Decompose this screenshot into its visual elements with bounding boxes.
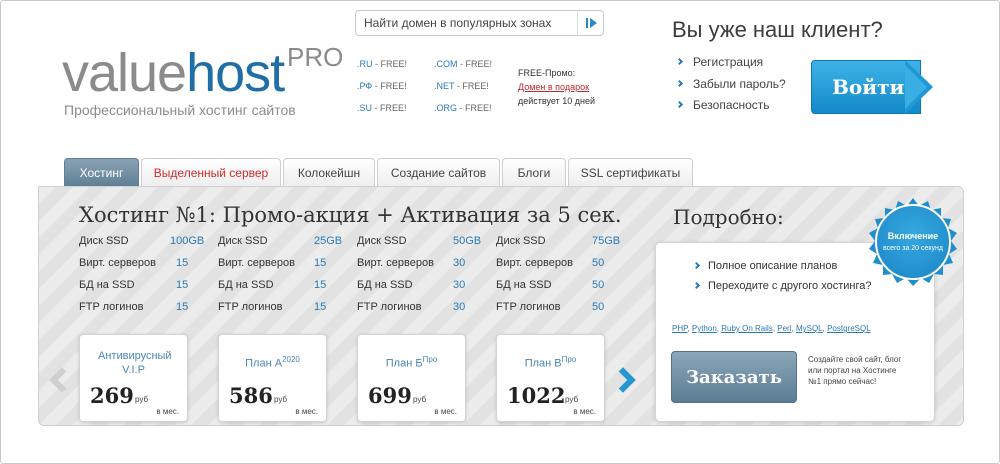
login-arrow-inner-icon — [905, 65, 927, 109]
zone-item[interactable]: .ORG - FREE! — [434, 103, 492, 113]
logo[interactable]: valuehost PRO Профессиональный хостинг с… — [62, 42, 343, 118]
plan-name: План ВПро — [524, 355, 577, 370]
plan-period: в мес. — [156, 407, 179, 416]
client-title: Вы уже наш клиент? — [672, 17, 883, 42]
plan-price: 269 — [90, 383, 134, 408]
badge-subtitle: всего за 20 секунд — [882, 245, 944, 252]
plan-period: в мес. — [434, 407, 457, 416]
spec-row: Вирт. серверов 15 — [218, 257, 327, 269]
plan-card-v[interactable]: План ВПро 1022 руб в мес. — [496, 334, 605, 422]
promo-block: FREE-Промо: Домен в подарок действует 10… — [518, 66, 595, 108]
migrate-hosting-link[interactable]: Переходите с другого хостинга? — [692, 280, 871, 292]
plan-period: в мес. — [573, 407, 596, 416]
zone-item[interactable]: .РФ - FREE! — [357, 81, 407, 91]
tech-mysql[interactable]: MySQL — [796, 324, 823, 333]
promo-link[interactable]: Домен в подарок — [518, 80, 595, 94]
badge-circle: Включение всего за 20 секунд — [875, 204, 951, 280]
plan-name: План БПро — [385, 355, 438, 370]
spec-row: БД на SSD 30 — [357, 279, 466, 291]
order-note: Создайте свой сайт, блог или портал на Х… — [808, 355, 902, 386]
domain-search-button[interactable] — [577, 11, 603, 35]
activation-badge: Включение всего за 20 секунд — [869, 198, 957, 286]
tab-colocation[interactable]: Колокейшн — [283, 158, 375, 186]
carousel-next-button[interactable] — [610, 363, 642, 399]
chevron-right-icon — [610, 367, 636, 393]
plans-description-link[interactable]: Полное описание планов — [692, 260, 837, 272]
tech-php[interactable]: PHP — [672, 324, 687, 333]
tech-postgresql[interactable]: PostgreSQL — [827, 324, 871, 333]
chevron-right-icon — [692, 281, 701, 290]
promo-duration: действует 10 дней — [518, 96, 595, 106]
zone-item[interactable]: .SU - FREE! — [357, 103, 407, 113]
plan-currency: руб — [413, 395, 427, 404]
domain-search — [355, 10, 604, 36]
plan-card-b[interactable]: План БПро 699 руб в мес. — [357, 334, 466, 422]
logo-value: value — [62, 43, 187, 103]
spec-row: Диск SSD 50GB — [357, 235, 482, 247]
search-go-icon — [586, 18, 588, 28]
logo-wordmark: valuehost — [62, 43, 285, 103]
spec-row: Вирт. серверов 15 — [79, 257, 189, 269]
spec-row: БД на SSD 15 — [218, 279, 327, 291]
chevron-right-icon — [675, 79, 684, 88]
plan-card-vip[interactable]: Антивирусный V.I.P 269 руб в мес. — [79, 334, 188, 422]
badge-title: Включение — [887, 231, 939, 241]
tech-ruby[interactable]: Ruby On Rails — [721, 324, 773, 333]
plan-card-a[interactable]: План А2020 586 руб в мес. — [218, 334, 327, 422]
tab-blogs[interactable]: Блоги — [502, 158, 566, 186]
plan-price: 699 — [368, 383, 412, 408]
carousel-prev-button[interactable] — [44, 363, 75, 399]
spec-row: Диск SSD 75GB — [496, 235, 621, 247]
spec-row: Диск SSD 100GB — [79, 235, 205, 247]
tab-dedicated-server[interactable]: Выделенный сервер — [141, 158, 281, 186]
spec-row: БД на SSD 50 — [496, 279, 605, 291]
spec-row: FTP логинов 15 — [79, 301, 189, 313]
order-button[interactable]: Заказать — [671, 351, 797, 403]
chevron-left-icon — [49, 367, 75, 393]
spec-row: Вирт. серверов 30 — [357, 257, 466, 269]
plan-currency: руб — [135, 395, 149, 404]
details-title: Подробно: — [673, 205, 784, 229]
plan-name: Антивирусный V.I.P — [98, 350, 172, 376]
tech-perl[interactable]: Perl — [777, 324, 791, 333]
plan-currency: руб — [274, 395, 288, 404]
security-link[interactable]: Безопасность — [675, 98, 770, 112]
plan-name: План А2020 — [245, 355, 300, 370]
plan-price: 586 — [229, 383, 273, 408]
logo-tagline: Профессиональный хостинг сайтов — [64, 102, 296, 118]
logo-pro: PRO — [287, 42, 344, 72]
promo-title: FREE-Промо: — [518, 68, 576, 78]
plan-period: в мес. — [295, 407, 318, 416]
spec-row: FTP логинов 30 — [357, 301, 466, 313]
spec-row: Вирт. серверов 50 — [496, 257, 605, 269]
chevron-right-icon — [675, 100, 684, 109]
panel-title: Хостинг №1: Промо-акция + Активация за 5… — [79, 203, 622, 227]
tab-site-creation[interactable]: Создание сайтов — [377, 158, 500, 186]
spec-row: FTP логинов 15 — [218, 301, 327, 313]
spec-row: БД на SSD 15 — [79, 279, 189, 291]
play-icon — [590, 18, 597, 28]
plan-price: 1022 — [507, 383, 566, 408]
register-link[interactable]: Регистрация — [675, 55, 763, 69]
zone-item[interactable]: .NET - FREE! — [434, 81, 489, 91]
chevron-right-icon — [675, 57, 684, 66]
zone-item[interactable]: .COM - FREE! — [434, 59, 492, 69]
tab-ssl[interactable]: SSL сертификаты — [568, 158, 693, 186]
forgot-password-link[interactable]: Забыли пароль? — [675, 77, 786, 91]
spec-row: Диск SSD 25GB — [218, 235, 343, 247]
tab-hosting[interactable]: Хостинг — [64, 158, 139, 186]
tech-python[interactable]: Python — [692, 324, 717, 333]
chevron-right-icon — [692, 261, 701, 270]
domain-search-input[interactable] — [356, 11, 576, 35]
logo-host: host — [186, 43, 285, 103]
tech-list: PHP, Python, Ruby On Rails, Perl, MySQL,… — [672, 324, 871, 333]
plan-currency: руб — [565, 395, 579, 404]
spec-row: FTP логинов 50 — [496, 301, 605, 313]
zone-item[interactable]: .RU - FREE! — [357, 59, 407, 69]
